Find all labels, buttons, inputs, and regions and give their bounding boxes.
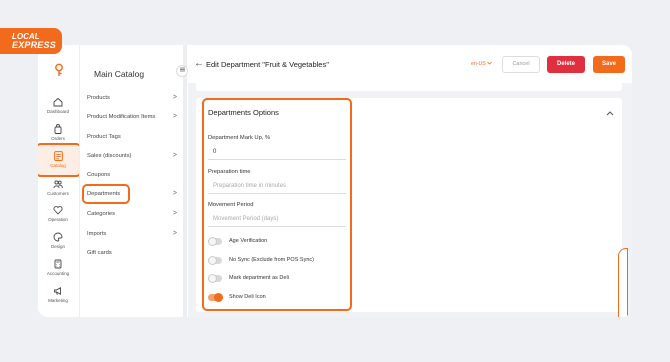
menu-item-label: Product Tags [87,134,121,140]
menu-item-label: Imports [87,231,107,237]
toggle-knob [208,256,217,265]
chevron-up-icon[interactable] [606,110,614,116]
menu-item-label: Departments [87,191,121,197]
page-title: Edit Department "Fruit & Vegetables" [206,60,329,69]
brand-line-2: EXPRESS [12,40,56,50]
rail-label: Customers [47,191,69,196]
markup-label: Department Mark Up, % [208,135,271,141]
chevron-right-icon: > [172,94,177,101]
back-arrow-icon[interactable]: ← [194,58,204,69]
menu-item-label: Sales (discounts) [87,153,132,159]
menu-item-product-tags[interactable]: Product Tags [87,130,179,144]
menu-item-product-modification-items[interactable]: Product Modification Items > [87,110,179,124]
chevron-right-icon: > [172,190,177,197]
rail-label: Marketing [48,298,68,303]
heart-icon [53,206,63,215]
rail-label: Design [50,244,65,249]
rail-item-marketing[interactable]: Marketing [38,286,78,312]
movement-period-label: Movement Period [208,202,254,208]
rail-item-catalog[interactable]: Catalog [38,150,78,176]
panel-divider [183,45,187,317]
toggle-label: Show Deli Icon [229,294,266,300]
rail-item-dashboard[interactable]: Dashboard [38,97,78,123]
megaphone-icon [54,287,61,295]
toggle-switch[interactable] [208,293,223,302]
toggle-switch[interactable] [208,256,222,265]
menu-title: Main Catalog [94,69,145,79]
menu-item-categories[interactable]: Categories > [87,207,179,221]
toggle-knob [214,293,223,302]
icon-rail: Dashboard Orders Catalog Customers Opera… [38,45,82,317]
menu-item-gift-cards[interactable]: Gift cards [87,246,179,260]
toggle-switch[interactable] [208,274,222,283]
home-icon [53,97,63,107]
chevron-down-icon [487,61,492,65]
page-header: ← Edit Department "Fruit & Vegetables" e… [188,45,632,83]
side-panel-handle[interactable] [618,248,628,317]
menu-item-label: Categories [87,211,116,217]
toggle-knob [208,237,217,246]
chevron-right-icon: > [172,152,177,159]
rail-item-operation[interactable]: Operation [38,205,78,231]
menu-item-products[interactable]: Products > [87,91,179,105]
toggle-label: Age Verification [229,238,268,244]
menu-item-label: Products [87,95,110,101]
cancel-button[interactable]: Cancel [502,56,540,73]
previous-card [196,83,622,91]
menu-item-coupons[interactable]: Coupons [87,168,179,182]
bag-icon [54,124,62,134]
clipboard-icon [53,151,63,161]
content-area: Departments Options Department Mark Up, … [188,83,632,317]
rail-label: Orders [51,136,65,141]
movement-period-input[interactable]: Movement Period (days) [208,212,346,227]
app-window: Dashboard Orders Catalog Customers Opera… [38,45,632,317]
markup-input[interactable]: 0 [208,145,346,160]
menu-item-label: Coupons [87,172,111,178]
catalog-menu: Main Catalog Products > Product Modifica… [79,45,182,317]
rail-label: Accounting [46,271,70,276]
rail-label: Catalog [50,163,66,168]
language-value: en-US [471,61,486,67]
rail-item-design[interactable]: Design [38,232,78,258]
rail-item-customers[interactable]: Customers [38,179,78,205]
language-selector[interactable]: en-US [471,61,492,67]
card-title: Departments Options [208,108,279,117]
toggle-switch[interactable] [208,237,222,246]
chevron-right-icon: > [172,230,177,237]
chevron-right-icon: > [172,113,177,120]
rail-label: Operation [48,217,68,222]
prep-time-input[interactable]: Preparation time in minutes [208,179,346,194]
rail-item-orders[interactable]: Orders [38,124,78,150]
brand-logo: LOCAL EXPRESS [0,28,62,54]
menu-item-departments[interactable]: Departments > [87,187,179,201]
chevron-right-icon: > [172,210,177,217]
menu-item-label: Product Modification Items [87,114,156,120]
menu-item-sales-discounts[interactable]: Sales (discounts) > [87,149,179,163]
menu-lines-icon [179,67,185,72]
rail-item-accounting[interactable]: Accounting [38,259,78,285]
palette-icon [53,232,63,242]
toggle-label: No Sync (Exclude from POS Sync) [229,257,314,263]
collapse-menu-button[interactable] [176,65,188,77]
departments-options-card: Departments Options Department Mark Up, … [196,98,628,317]
rail-label: Dashboard [46,109,69,114]
toggle-label: Mark department as Deli [229,275,289,281]
menu-item-imports[interactable]: Imports > [87,227,179,241]
delete-button[interactable]: Delete [547,56,585,73]
menu-item-label: Gift cards [87,250,112,256]
calculator-icon [54,259,62,269]
prep-time-label: Preparation time [208,169,251,175]
save-button[interactable]: Save [593,56,625,73]
users-icon [53,180,63,189]
brand-mark-icon [55,63,63,76]
toggle-knob [208,274,217,283]
